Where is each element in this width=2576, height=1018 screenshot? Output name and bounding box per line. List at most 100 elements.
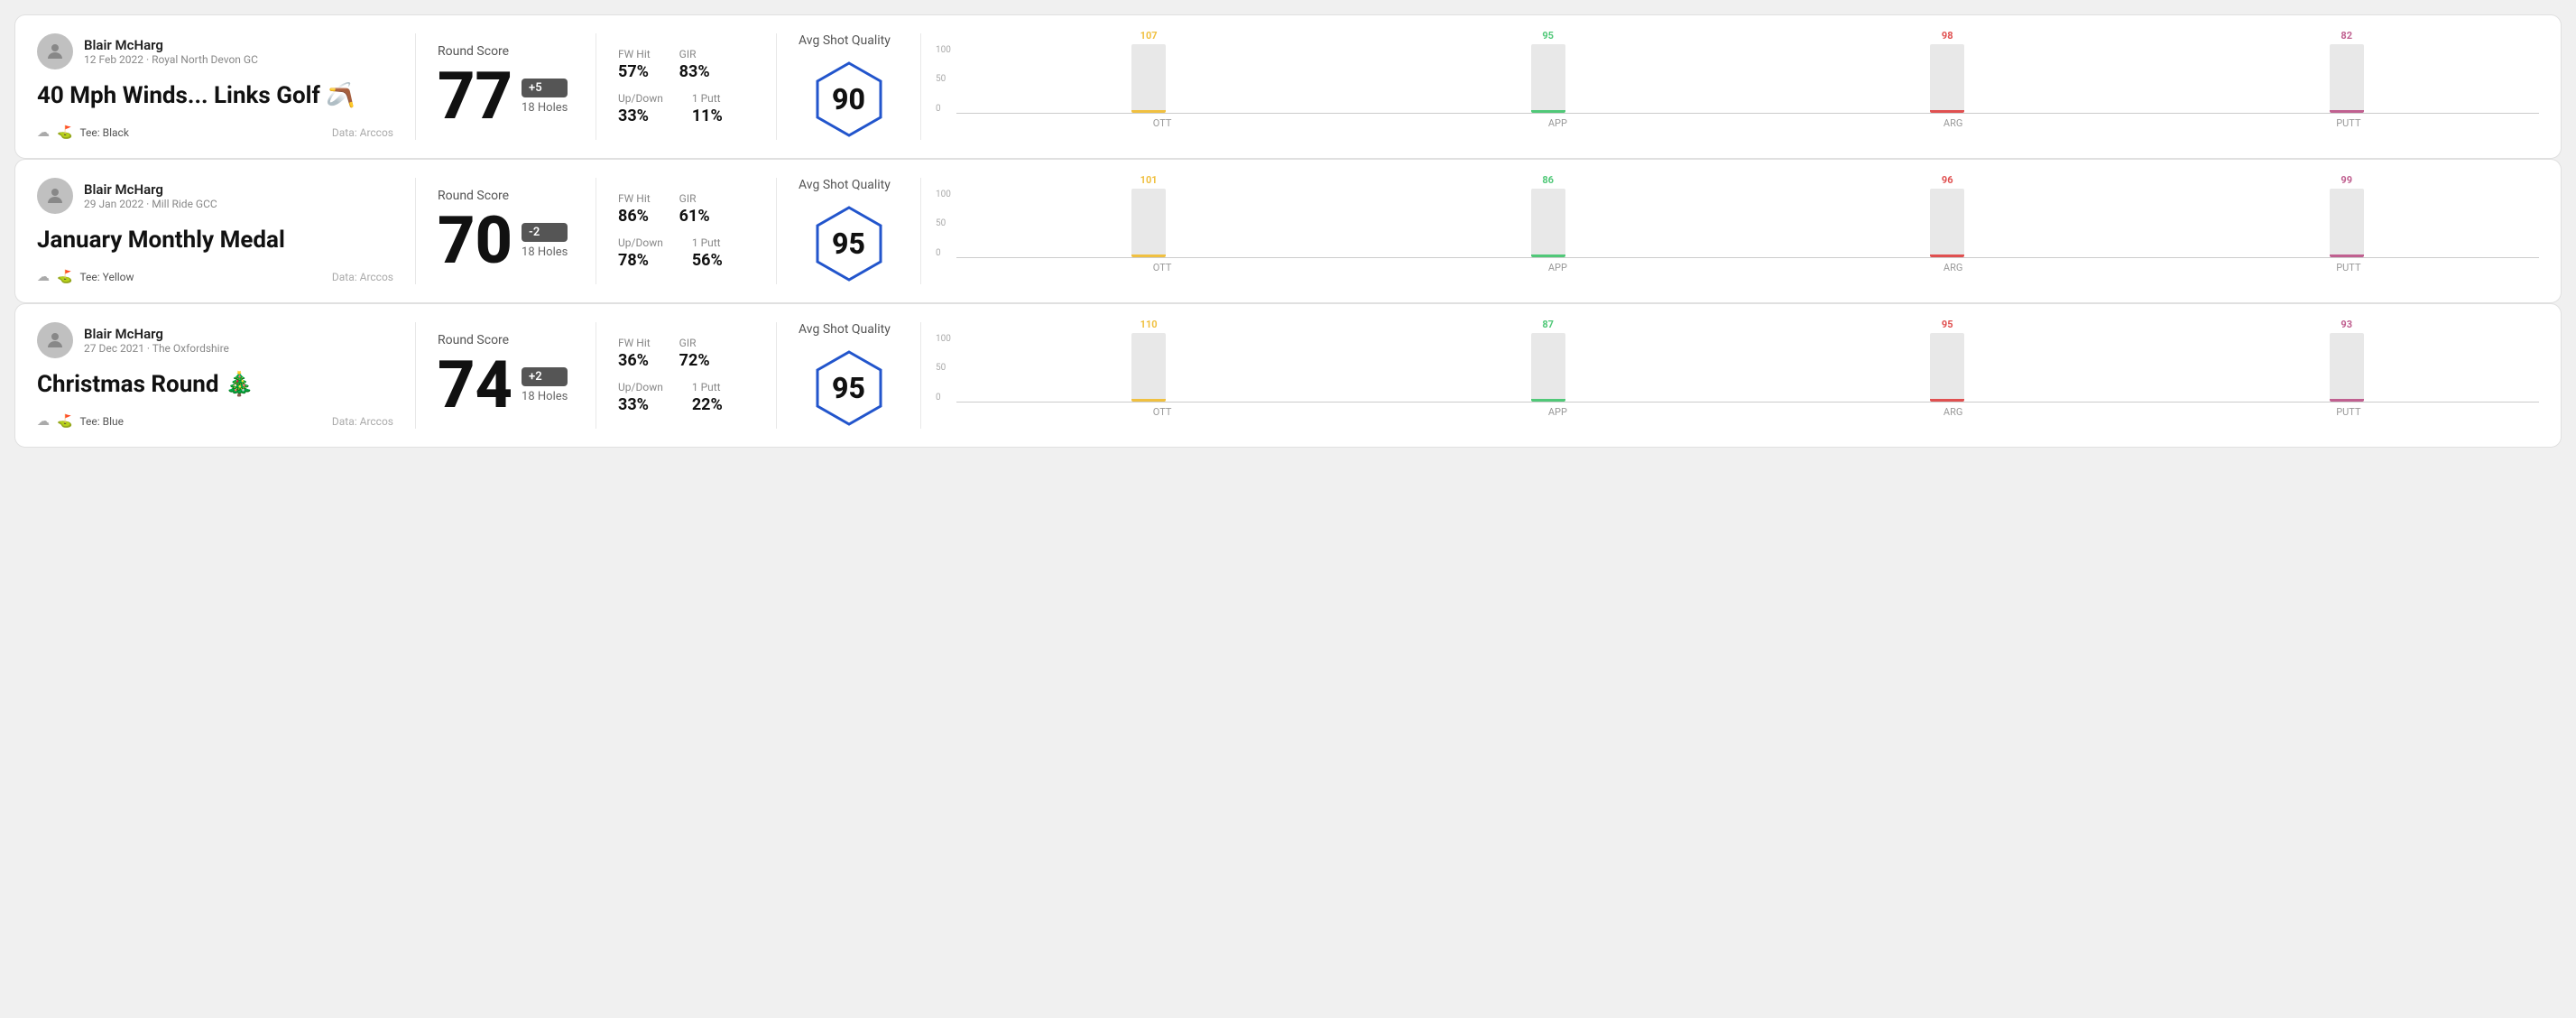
bar-top-value: 98 <box>1942 30 1953 42</box>
user-meta: 12 Feb 2022 · Royal North Devon GC <box>84 53 258 66</box>
stat-oneputt: 1 Putt 11% <box>692 92 723 125</box>
bar-group-2: 96 <box>1755 174 2140 257</box>
y-label-0: 0 <box>936 248 951 258</box>
x-label: ARG <box>1763 117 2144 129</box>
score-holes: 18 Holes <box>522 245 568 259</box>
hexagon-container: 90 <box>808 59 890 140</box>
score-number: 70 <box>438 208 512 273</box>
tee-label: Tee: Yellow <box>79 271 134 283</box>
cloud-icon: ☁ <box>37 414 50 429</box>
card-quality-section: Avg Shot Quality 90 <box>777 33 921 140</box>
bar-background <box>1531 189 1565 257</box>
score-holes: 18 Holes <box>522 390 568 403</box>
bar-background <box>1131 189 1166 257</box>
chart-section: 100 50 0 110 87 95 <box>921 322 2539 429</box>
y-label-0: 0 <box>936 104 951 114</box>
y-label-50: 50 <box>936 74 951 84</box>
tee-label: Tee: Black <box>79 126 128 139</box>
card-stats-section: FW Hit 86% GIR 61% Up/Down 78% 1 Putt 56… <box>596 178 777 284</box>
bar-background <box>1531 333 1565 402</box>
user-row: Blair McHarg 12 Feb 2022 · Royal North D… <box>37 33 393 69</box>
updown-label: Up/Down <box>618 92 663 105</box>
stat-gir: GIR 72% <box>679 337 710 370</box>
stat-oneputt: 1 Putt 22% <box>692 381 723 414</box>
chart-section: 100 50 0 107 95 98 <box>921 33 2539 140</box>
stats-row-top: FW Hit 57% GIR 83% <box>618 48 754 81</box>
bar-color-line <box>1531 399 1565 402</box>
y-label-100: 100 <box>936 45 951 55</box>
tee-info: ☁ ⛳ Tee: Black <box>37 125 129 140</box>
bar-color-line <box>2330 399 2364 402</box>
bar-group-0: 107 <box>956 30 1342 113</box>
x-label: APP <box>1367 406 1748 418</box>
updown-label: Up/Down <box>618 236 663 249</box>
x-label: PUTT <box>2158 117 2539 129</box>
x-label: OTT <box>972 262 1353 273</box>
bar-group-2: 95 <box>1755 319 2140 402</box>
score-badge-col: +5 18 Holes <box>522 79 568 115</box>
y-label-100: 100 <box>936 334 951 344</box>
data-source: Data: Arccos <box>332 271 393 283</box>
stat-updown: Up/Down 33% <box>618 92 663 125</box>
fw-hit-value: 86% <box>618 207 651 226</box>
x-label: APP <box>1367 262 1748 273</box>
y-label-50: 50 <box>936 218 951 228</box>
bar-group-1: 95 <box>1355 30 1740 113</box>
x-label: PUTT <box>2158 262 2539 273</box>
quality-label: Avg Shot Quality <box>799 33 891 48</box>
fw-hit-value: 36% <box>618 351 651 370</box>
bar-color-line <box>1531 255 1565 257</box>
bar-group-3: 93 <box>2154 319 2539 402</box>
card-score-section: Round Score 77 +5 18 Holes <box>416 33 596 140</box>
score-holes: 18 Holes <box>522 101 568 115</box>
card-stats-section: FW Hit 36% GIR 72% Up/Down 33% 1 Putt 22… <box>596 322 777 429</box>
tee-icon: ⛳ <box>57 125 72 140</box>
round-title: 40 Mph Winds... Links Golf 🪃 <box>37 82 393 109</box>
score-label: Round Score <box>438 44 574 59</box>
score-badge: +2 <box>522 367 568 386</box>
stat-fw-hit: FW Hit 86% <box>618 192 651 226</box>
avatar <box>37 178 73 214</box>
y-label-50: 50 <box>936 363 951 373</box>
score-badge-col: +2 18 Holes <box>522 367 568 403</box>
updown-value: 33% <box>618 106 663 125</box>
card-quality-section: Avg Shot Quality 95 <box>777 322 921 429</box>
fw-hit-label: FW Hit <box>618 337 651 349</box>
card-stats-section: FW Hit 57% GIR 83% Up/Down 33% 1 Putt 11… <box>596 33 777 140</box>
bar-top-value: 110 <box>1140 319 1158 330</box>
bar-background <box>2330 189 2364 257</box>
user-info: Blair McHarg 12 Feb 2022 · Royal North D… <box>84 37 258 66</box>
hex-score: 90 <box>832 82 865 116</box>
score-label: Round Score <box>438 189 574 203</box>
user-row: Blair McHarg 27 Dec 2021 · The Oxfordshi… <box>37 322 393 358</box>
updown-value: 78% <box>618 251 663 270</box>
bar-top-value: 101 <box>1140 174 1158 186</box>
bar-color-line <box>1930 110 1964 113</box>
bar-chart: 100 50 0 101 86 96 <box>936 190 2539 273</box>
bar-color-line <box>2330 255 2364 257</box>
data-source: Data: Arccos <box>332 415 393 428</box>
tee-label: Tee: Blue <box>79 415 124 428</box>
bar-group-2: 98 <box>1755 30 2140 113</box>
oneputt-label: 1 Putt <box>692 381 723 393</box>
stats-row-top: FW Hit 86% GIR 61% <box>618 192 754 226</box>
stat-gir: GIR 61% <box>679 192 710 226</box>
bar-top-value: 95 <box>1942 319 1953 330</box>
stats-row-bottom: Up/Down 33% 1 Putt 22% <box>618 381 754 414</box>
stat-gir: GIR 83% <box>679 48 710 81</box>
card-left-section: Blair McHarg 29 Jan 2022 · Mill Ride GCC… <box>37 178 416 284</box>
bar-group-0: 110 <box>956 319 1342 402</box>
hex-score: 95 <box>832 371 865 405</box>
y-label-100: 100 <box>936 190 951 199</box>
y-label-0: 0 <box>936 393 951 403</box>
x-label: PUTT <box>2158 406 2539 418</box>
fw-hit-label: FW Hit <box>618 48 651 60</box>
bar-group-3: 99 <box>2154 174 2539 257</box>
bar-top-value: 107 <box>1140 30 1158 42</box>
stat-updown: Up/Down 33% <box>618 381 663 414</box>
gir-label: GIR <box>679 48 710 60</box>
round-card: Blair McHarg 27 Dec 2021 · The Oxfordshi… <box>14 303 2562 448</box>
bar-chart: 100 50 0 107 95 98 <box>936 45 2539 129</box>
score-badge: -2 <box>522 223 568 242</box>
fw-hit-label: FW Hit <box>618 192 651 205</box>
